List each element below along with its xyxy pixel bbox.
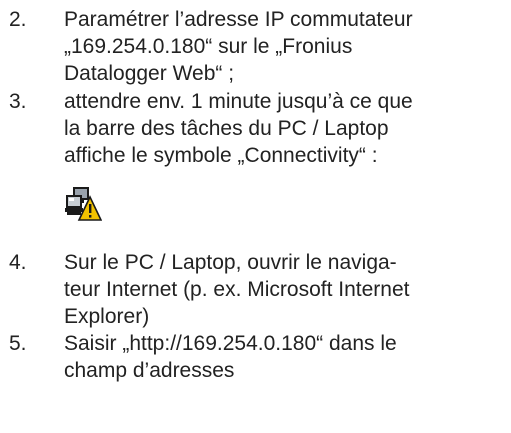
step-line: teur Internet (p. ex. Microsoft Internet bbox=[64, 278, 410, 301]
step-line: Paramétrer l’adresse IP commutateur bbox=[64, 8, 413, 31]
step-line: la barre des tâches du PC / Laptop bbox=[64, 117, 389, 140]
instruction-document: 2. Paramétrer l’adresse IP commutateur „… bbox=[0, 0, 511, 433]
step-line: Datalogger Web“ ; bbox=[64, 62, 235, 85]
step-line: champ d’adresses bbox=[64, 359, 235, 382]
step-line: „169.254.0.180“ sur le „Fronius bbox=[64, 35, 353, 58]
connectivity-warning-icon bbox=[65, 187, 102, 221]
step-text: attendre env. 1 minute jusqu’à ce que la… bbox=[64, 88, 504, 169]
step-line: Sur le PC / Laptop, ouvrir le naviga- bbox=[64, 251, 397, 274]
step-line: Explorer) bbox=[64, 305, 150, 328]
step-number: 5. bbox=[9, 332, 27, 355]
step-number: 3. bbox=[9, 90, 27, 113]
step-line: attendre env. 1 minute jusqu’à ce que bbox=[64, 90, 413, 113]
step-number: 4. bbox=[9, 251, 27, 274]
step-text: Sur le PC / Laptop, ouvrir le naviga- te… bbox=[64, 249, 504, 330]
step-number: 2. bbox=[9, 8, 27, 31]
step-text: Saisir „http://169.254.0.180“ dans le ch… bbox=[64, 330, 504, 384]
step-line: Saisir „http://169.254.0.180“ dans le bbox=[64, 332, 397, 355]
step-text: Paramétrer l’adresse IP commutateur „169… bbox=[64, 6, 504, 87]
step-line: affiche le symbole „Connectivity“ : bbox=[64, 144, 378, 167]
